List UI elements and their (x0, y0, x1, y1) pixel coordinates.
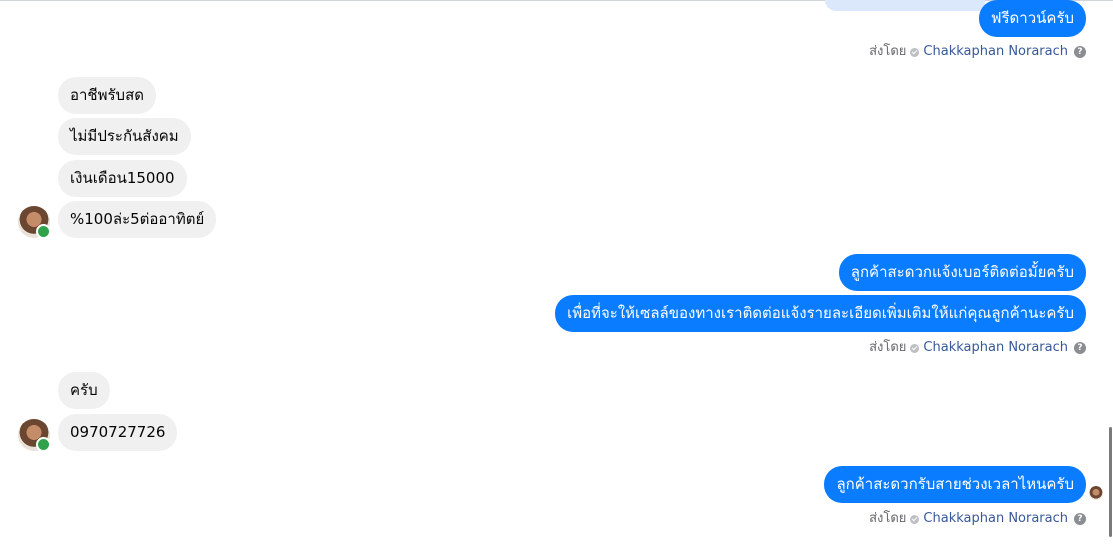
contact-avatar[interactable] (18, 419, 51, 452)
incoming-message[interactable]: 0970727726 (58, 414, 178, 451)
incoming-message[interactable]: ครับ (58, 372, 110, 409)
incoming-message[interactable]: อาชีพรับสด (58, 77, 156, 114)
sender-name-link[interactable]: Chakkaphan Norarach (923, 44, 1068, 60)
incoming-message[interactable]: เงินเดือน15000 (58, 160, 187, 197)
help-icon[interactable]: ? (1074, 46, 1086, 58)
outgoing-message[interactable]: ลูกค้าสะดวกแจ้งเบอร์ติดต่อมั้ยครับ (838, 254, 1086, 291)
sent-by-info: ส่งโดย Chakkaphan Norarach ? (869, 511, 1086, 527)
sent-by-info: ส่งโดย Chakkaphan Norarach ? (869, 44, 1086, 60)
sent-by-label: ส่งโดย (869, 511, 907, 526)
sent-by-info: ส่งโดย Chakkaphan Norarach ? (869, 340, 1086, 356)
incoming-message[interactable]: %100ล่ะ5ต่ออาทิตย์ (58, 201, 217, 238)
verified-icon (910, 47, 920, 57)
sent-by-label: ส่งโดย (869, 44, 907, 59)
outgoing-message[interactable]: ฟรีดาวน์ครับ (978, 0, 1086, 37)
online-status-icon (36, 224, 51, 239)
incoming-message[interactable]: ไม่มีประกันสังคม (58, 118, 191, 155)
outgoing-message[interactable]: เพื่อที่จะให้เซลล์ของทางเราติดต่อแจ้งราย… (555, 295, 1086, 332)
sender-name-link[interactable]: Chakkaphan Norarach (923, 511, 1068, 527)
previous-message-edge (825, 0, 985, 11)
verified-icon (910, 514, 920, 524)
help-icon[interactable]: ? (1074, 342, 1086, 354)
verified-icon (910, 343, 920, 353)
scrollbar[interactable] (1109, 427, 1112, 537)
online-status-icon (36, 437, 51, 452)
help-icon[interactable]: ? (1074, 513, 1086, 525)
sent-by-label: ส่งโดย (869, 340, 907, 355)
contact-avatar[interactable] (18, 206, 51, 239)
sender-name-link[interactable]: Chakkaphan Norarach (923, 340, 1068, 356)
outgoing-message[interactable]: ลูกค้าสะดวกรับสายช่วงเวลาไหนครับ (824, 466, 1086, 503)
seen-indicator-avatar (1089, 486, 1103, 500)
